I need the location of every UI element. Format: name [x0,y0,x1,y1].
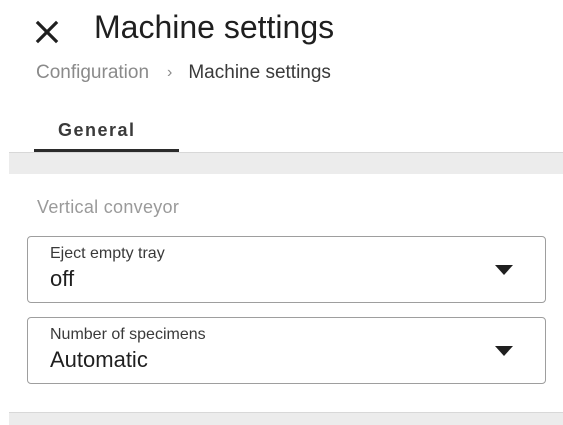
number-of-specimens-select[interactable]: Number of specimens Automatic [27,317,546,384]
page-title: Machine settings [94,9,335,45]
number-of-specimens-value: Automatic [50,347,148,372]
section-title-vertical-conveyor: Vertical conveyor [37,197,180,217]
tab-bar: General [0,112,563,152]
tab-general[interactable]: General [34,112,179,152]
close-button[interactable] [31,14,65,48]
dropdown-arrow-icon [495,346,513,356]
dropdown-arrow-icon [495,265,513,275]
close-icon [31,14,65,48]
section-divider-bottom [9,412,563,425]
eject-empty-tray-select[interactable]: Eject empty tray off [27,236,546,303]
breadcrumb-separator-icon: › [167,64,173,81]
section-divider-top [9,152,563,174]
tab-general-label: General [58,120,136,140]
eject-empty-tray-value: off [50,266,75,291]
machine-settings-page: Machine settings Configuration › Machine… [0,0,563,425]
eject-empty-tray-label: Eject empty tray [50,245,165,262]
breadcrumb-configuration-link[interactable]: Configuration [36,62,149,84]
breadcrumb-current: Machine settings [188,62,331,83]
page-header: Machine settings Configuration › Machine… [0,0,563,110]
breadcrumb: Configuration › Machine settings [36,60,331,86]
number-of-specimens-label: Number of specimens [50,326,206,343]
